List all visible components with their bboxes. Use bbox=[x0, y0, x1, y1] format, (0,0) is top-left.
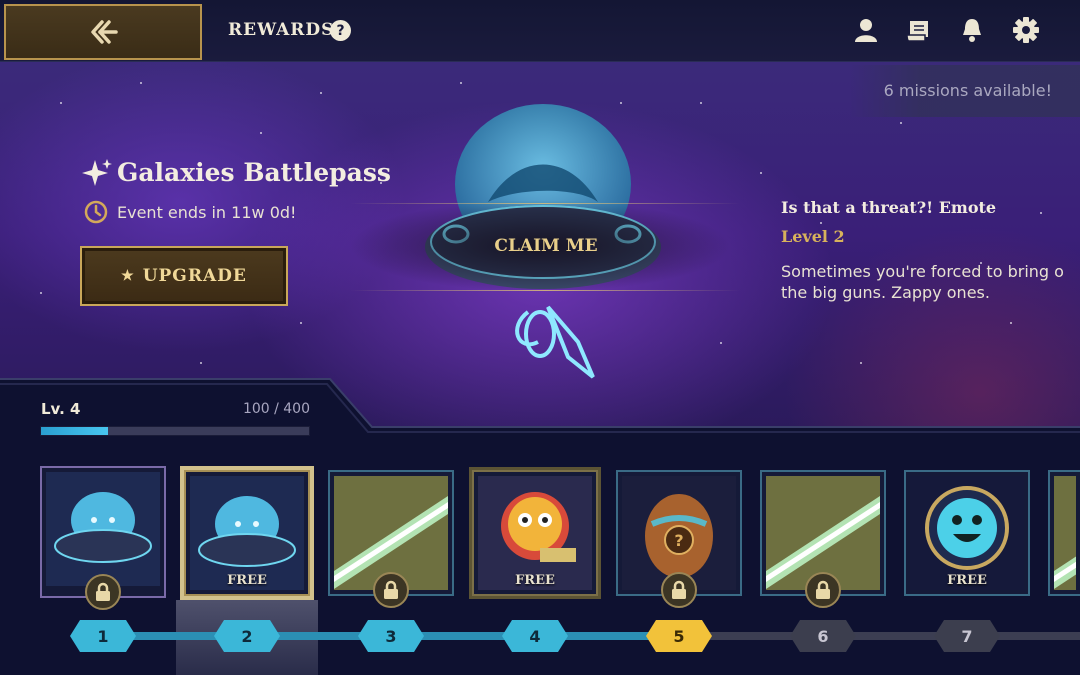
lock-icon bbox=[805, 572, 841, 608]
lock-icon bbox=[373, 572, 409, 608]
reward-card-level-3[interactable] bbox=[328, 470, 454, 608]
free-label: FREE bbox=[515, 573, 555, 588]
star-decoration bbox=[900, 122, 902, 124]
star-decoration bbox=[1010, 322, 1012, 324]
level-marker-6[interactable]: 6 bbox=[790, 620, 856, 652]
reward-description: Sometimes you're forced to bring o the b… bbox=[781, 262, 1064, 302]
xp-text: 100 / 400 bbox=[242, 401, 310, 417]
track-segment bbox=[421, 632, 505, 640]
reward-card-level-1[interactable] bbox=[40, 466, 166, 610]
level-marker-4[interactable]: 4 bbox=[502, 620, 568, 652]
clock-icon bbox=[84, 200, 108, 224]
divider bbox=[350, 203, 740, 204]
top-bar: REWARDS ? bbox=[0, 0, 1080, 62]
track-segment bbox=[709, 632, 793, 640]
star-decoration bbox=[1040, 212, 1042, 214]
star-decoration bbox=[860, 362, 862, 364]
reward-card-level-4[interactable]: FREE bbox=[472, 470, 598, 596]
star-icon: ★ bbox=[121, 268, 135, 284]
level-marker-5[interactable]: 5 bbox=[646, 620, 712, 652]
track-segment bbox=[277, 632, 361, 640]
level-marker-7[interactable]: 7 bbox=[934, 620, 1000, 652]
help-icon[interactable]: ? bbox=[330, 20, 351, 41]
track-segment bbox=[997, 632, 1080, 640]
reward-card-partial[interactable] bbox=[1048, 470, 1080, 596]
track-segment bbox=[853, 632, 937, 640]
divider bbox=[350, 290, 740, 291]
back-button[interactable] bbox=[4, 4, 202, 60]
scroll-icon[interactable] bbox=[903, 15, 933, 45]
gear-icon[interactable] bbox=[1011, 15, 1041, 45]
profile-icon[interactable] bbox=[851, 15, 881, 45]
battlepass-title: Galaxies Battlepass bbox=[117, 158, 391, 187]
star-decoration bbox=[300, 322, 302, 324]
star-decoration bbox=[260, 132, 262, 134]
bell-icon[interactable] bbox=[957, 15, 987, 45]
reward-card-level-5[interactable]: ? bbox=[616, 470, 742, 608]
star-decoration bbox=[140, 82, 142, 84]
star-decoration bbox=[60, 102, 62, 104]
reward-card-level-2[interactable]: FREE bbox=[184, 470, 310, 596]
star-decoration bbox=[40, 292, 42, 294]
star-decoration bbox=[820, 222, 822, 224]
reward-name: Is that a threat?! Emote bbox=[781, 198, 997, 217]
back-arrow-icon bbox=[91, 20, 118, 44]
level-marker-3[interactable]: 3 bbox=[358, 620, 424, 652]
event-timer: Event ends in 11w 0d! bbox=[117, 203, 297, 222]
star-decoration bbox=[760, 172, 762, 174]
lock-icon bbox=[661, 572, 697, 608]
upgrade-label: UPGRADE bbox=[142, 266, 247, 286]
board-skin-icon bbox=[1054, 476, 1076, 590]
level-marker-2[interactable]: 2 bbox=[214, 620, 280, 652]
xp-progress-fill bbox=[41, 427, 108, 435]
reward-card-level-7[interactable]: FREE bbox=[904, 470, 1030, 596]
upgrade-button[interactable]: ★ UPGRADE bbox=[80, 246, 288, 306]
sparkle-icon bbox=[82, 159, 112, 186]
star-decoration bbox=[700, 102, 702, 104]
star-decoration bbox=[720, 342, 722, 344]
page-title: REWARDS bbox=[228, 20, 335, 40]
star-decoration bbox=[320, 92, 322, 94]
lock-icon bbox=[85, 574, 121, 610]
track-segment bbox=[565, 632, 649, 640]
xp-progress-bar bbox=[40, 426, 310, 436]
level-label: Lv. 4 bbox=[41, 400, 81, 418]
star-decoration bbox=[460, 82, 462, 84]
missions-banner[interactable]: 6 missions available! bbox=[850, 65, 1080, 117]
level-marker-1[interactable]: 1 bbox=[70, 620, 136, 652]
track-segment bbox=[133, 632, 217, 640]
claim-button[interactable]: CLAIM ME bbox=[446, 236, 646, 256]
reward-level: Level 2 bbox=[781, 227, 845, 246]
reward-card-level-6[interactable] bbox=[760, 470, 886, 608]
star-decoration bbox=[200, 362, 202, 364]
svg-text:?: ? bbox=[674, 531, 683, 550]
free-label: FREE bbox=[947, 573, 987, 588]
free-label: FREE bbox=[227, 573, 267, 588]
